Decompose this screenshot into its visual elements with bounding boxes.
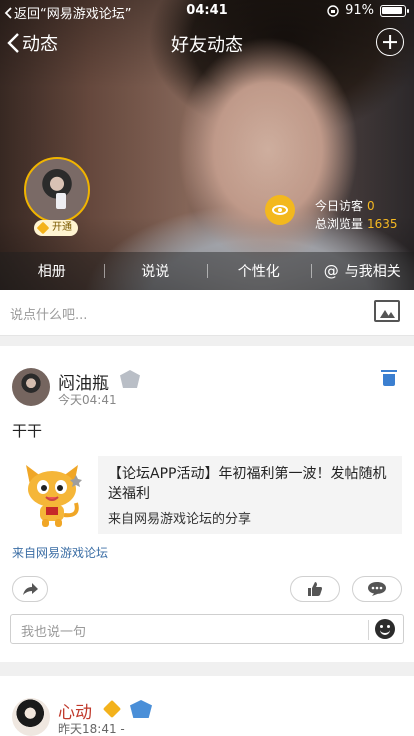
photo-upload-button[interactable] (374, 300, 400, 322)
delete-button[interactable] (381, 370, 397, 386)
share-arrow-icon (23, 583, 38, 595)
visit-stats[interactable]: 今日访客 0 总浏览量 1635 (315, 197, 398, 233)
at-icon: @ (323, 262, 339, 280)
share-title: 【论坛APP活动】年初福利第一波！发帖随机送福利 (108, 466, 387, 502)
shared-link-card[interactable]: 【论坛APP活动】年初福利第一波！发帖随机送福利 来自网易游戏论坛的分享 (12, 456, 402, 534)
trash-icon (383, 374, 395, 386)
share-source: 来自网易游戏论坛的分享 (108, 512, 252, 527)
divider (0, 336, 414, 346)
comment-button[interactable] (352, 576, 402, 602)
share-button[interactable] (12, 576, 48, 602)
rank-badge-icon (130, 700, 152, 718)
tab-album[interactable]: 相册 (0, 252, 104, 290)
tab-personalize[interactable]: 个性化 (207, 252, 311, 290)
post-time: 今天04:41 (58, 393, 117, 407)
views-value: 1635 (367, 217, 398, 231)
tab-mentions-label: 与我相关 (344, 264, 401, 280)
vip-badge[interactable]: 开通 (34, 220, 78, 236)
composer-placeholder: 说点什么吧... (10, 308, 88, 323)
thumbs-up-icon (308, 582, 322, 596)
profile-avatar[interactable] (24, 157, 90, 223)
cartoon-cat-icon (26, 465, 82, 527)
author-avatar[interactable] (12, 698, 50, 736)
composer[interactable]: 说点什么吧... (0, 290, 414, 336)
page-title: 好友动态 (171, 35, 243, 56)
battery-percent: 91% (345, 3, 374, 18)
orientation-lock-icon (327, 4, 339, 17)
comment-separator (368, 620, 369, 640)
tab-mentions[interactable]: @ 与我相关 (310, 252, 414, 290)
divider (0, 662, 414, 676)
tab-album-label: 相册 (37, 264, 66, 280)
tab-moments-label: 说说 (141, 264, 170, 280)
post-time: 昨天18:41 - (58, 722, 125, 736)
visitor-button[interactable] (265, 195, 295, 225)
chat-bubble-icon (368, 582, 386, 596)
add-post-button[interactable] (376, 28, 404, 56)
share-info: 【论坛APP活动】年初福利第一波！发帖随机送福利 来自网易游戏论坛的分享 (98, 456, 402, 534)
diamond-icon (102, 699, 122, 719)
views-label: 总浏览量 (315, 217, 364, 231)
post-content: 干干 (12, 422, 43, 440)
author-avatar[interactable] (12, 368, 50, 406)
comment-input[interactable]: 我也说一句 (10, 614, 404, 644)
share-thumbnail (12, 456, 94, 534)
profile-tabs: 相册 说说 个性化 @ 与我相关 (0, 252, 414, 290)
tab-personalize-label: 个性化 (237, 264, 280, 280)
origin-link[interactable]: 来自网易游戏论坛 (12, 544, 108, 561)
battery-icon (380, 4, 409, 17)
like-button[interactable] (290, 576, 340, 602)
eye-icon (272, 205, 288, 215)
visitors-value: 0 (367, 199, 375, 213)
avatar-phone (56, 193, 66, 209)
visitors-label: 今日访客 (315, 199, 364, 213)
smiley-icon[interactable] (375, 619, 395, 639)
vip-label: 开通 (52, 222, 72, 233)
nav-bar: 动态 好友动态 (0, 24, 414, 64)
comment-placeholder: 我也说一句 (21, 625, 87, 640)
diamond-icon (36, 221, 50, 235)
rank-badge-icon (120, 370, 140, 388)
feed-post: 心动 昨天18:41 - (0, 676, 414, 736)
feed-post: 闷油瓶 今天04:41 干干 【论坛APP活动】年初福利第一波！发帖随机送福利 … (0, 346, 414, 662)
trash-lid (381, 370, 397, 372)
tab-moments[interactable]: 说说 (103, 252, 208, 290)
status-bar: 返回“网易游戏论坛” 04:41 91% (0, 0, 414, 22)
